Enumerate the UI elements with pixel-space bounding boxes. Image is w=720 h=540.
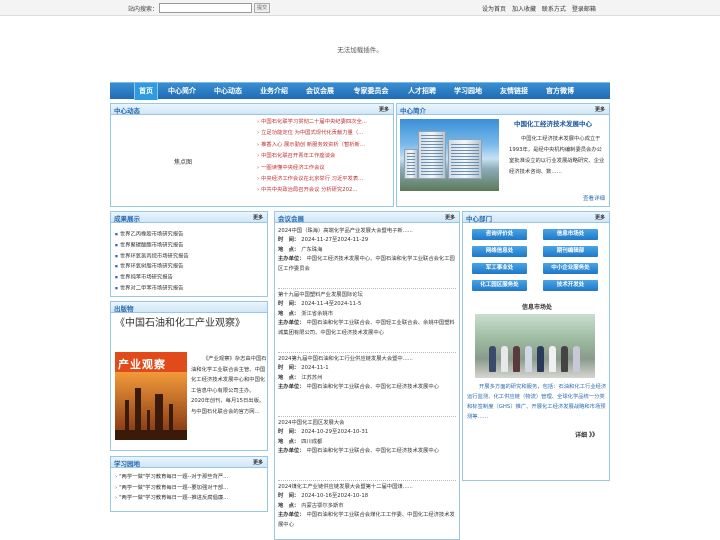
departments-panel: 中心部门 更多 咨询评价处 信息市场处 网络信息处 期刊编辑部 军工事业处 中小… <box>462 211 610 481</box>
dept-button[interactable]: 信息市场处 <box>543 229 598 240</box>
news-title: 中心动态 <box>114 107 140 115</box>
news-item[interactable]: 中国石化联召开青年工作座谈会 <box>257 151 387 162</box>
achievements-panel: 成果展示 更多 世界乙丙橡胶市场研究报告 世界聚碳酸酯市场研究报告 世界环氧氯丙… <box>110 211 268 297</box>
search-submit-button[interactable]: 提交 <box>254 3 270 13</box>
list-item[interactable]: "两学一做"学习教育每日一题--推进反腐倡廉... <box>115 493 228 504</box>
list-item[interactable]: 世界乙丙橡胶市场研究报告 <box>115 229 189 240</box>
meeting-title[interactable]: 第十九届中国塑料产业发展国际论坛 <box>278 291 456 300</box>
meeting-item: 2024中国（珠海）高端化学品产业发展大会暨电子新...... 时 间： 2024… <box>278 227 456 273</box>
site-search-input[interactable] <box>159 3 252 13</box>
news-item[interactable]: 立足功能定位 为中国式现代化贡献力量（... <box>257 128 387 139</box>
meeting-title[interactable]: 2024第九届中国石油和化工行业供应链发展大会暨中...... <box>278 355 456 364</box>
meeting-item: 2024第九届中国石油和化工行业供应链发展大会暨中...... 时 间： 2024… <box>278 355 456 393</box>
meetings-title: 会议会展 <box>278 215 304 223</box>
departments-more-link[interactable]: 更多 <box>595 214 605 221</box>
dept-button[interactable]: 技术开发处 <box>543 280 598 291</box>
login-mail-link[interactable]: 登录邮箱 <box>572 6 596 13</box>
dept-button[interactable]: 咨询评价处 <box>472 229 527 240</box>
dept-button[interactable]: 期刊编辑部 <box>543 246 598 257</box>
info-dept-title: 信息市场处 <box>521 304 552 311</box>
intro-panel: 中心简介 更多 中国化工经济技术发展中心 中国化工经济技术发展中心成立于1993… <box>396 103 610 207</box>
nav-news[interactable]: 中心动态 <box>208 83 248 100</box>
news-list: 中国石化联学习贯彻二十届中央纪委四次全... 立足功能定位 为中国式现代化贡献力… <box>257 117 387 197</box>
publication-title: 出版物 <box>114 305 134 313</box>
study-panel: 学习园地 更多 "两学一做"学习教育每日一题--对于那些背严... "两学一做"… <box>110 456 268 512</box>
search-label: 站内搜索： <box>128 6 159 13</box>
dept-button[interactable]: 军工事业处 <box>472 263 527 274</box>
news-item[interactable]: 中国石化联学习贯彻二十届中央纪委四次全... <box>257 117 387 128</box>
magazine-cover[interactable]: 产业观察 <box>115 352 187 440</box>
building-photo <box>400 119 499 191</box>
center-name: 中国化工经济技术发展中心 <box>514 120 592 128</box>
news-item[interactable]: 推香入心 展示勤创 新服务效资析（暂析新... <box>257 140 387 151</box>
main-nav: 首页 中心简介 中心动态 业务介绍 会议会展 专家委员会 人才招聘 学习园地 友… <box>110 82 610 100</box>
news-item[interactable]: 中央经济工作会议在北京举行 习近平发表... <box>257 174 387 185</box>
list-item[interactable]: "两学一做"学习教育每日一题--对于那些背严... <box>115 472 228 483</box>
intro-text: 中国化工经济技术发展中心成立于1993年，是经中央机构编制委员会办公室批准设立的… <box>509 136 605 175</box>
achievements-title: 成果展示 <box>114 215 140 223</box>
achievements-list: 世界乙丙橡胶市场研究报告 世界聚碳酸酯市场研究报告 世界环氧氯丙烷市场研究报告 … <box>115 229 189 294</box>
info-detail-link[interactable]: 详细 》》 <box>575 430 598 439</box>
study-list: "两学一做"学习教育每日一题--对于那些背严... "两学一做"学习教育每日一题… <box>115 472 228 504</box>
meeting-item: 2024中国化工园区发展大会 时 间： 2024-10-29至2024-10-31… <box>278 419 456 457</box>
dept-button[interactable]: 中小企业服务处 <box>543 263 598 274</box>
dept-button[interactable]: 网络信息处 <box>472 246 527 257</box>
list-item[interactable]: 世界对二甲苯市场研究报告 <box>115 283 189 294</box>
team-photo <box>475 314 595 378</box>
study-more-link[interactable]: 更多 <box>253 459 263 466</box>
list-item[interactable]: 世界环氧树脂市场研究报告 <box>115 261 189 272</box>
meetings-more-link[interactable]: 更多 <box>445 214 455 221</box>
meeting-title[interactable]: 2024中国化工园区发展大会 <box>278 419 456 428</box>
news-panel: 中心动态 更多 焦点图 中国石化联学习贯彻二十届中央纪委四次全... 立足功能定… <box>110 103 394 207</box>
news-item[interactable]: 中共中央政治局召开会议 分析研究202... <box>257 185 387 196</box>
list-item[interactable]: 世界聚碳酸酯市场研究报告 <box>115 240 189 251</box>
nav-home[interactable]: 首页 <box>134 83 158 100</box>
view-detail-link[interactable]: 查看详细 <box>583 194 605 202</box>
nav-study[interactable]: 学习园地 <box>448 83 488 100</box>
achievements-more-link[interactable]: 更多 <box>253 214 263 221</box>
list-item[interactable]: 世界纯苯市场研究报告 <box>115 272 189 283</box>
nav-experts[interactable]: 专家委员会 <box>346 83 396 100</box>
publication-panel: 出版物 《中国石油和化工产业观察》 产业观察 《产业观察》杂志由中国石油和化学工… <box>110 301 268 451</box>
set-homepage-link[interactable]: 设为首页 <box>482 6 506 13</box>
meeting-item: 2024煤化工产业链供应链发展大会暨第十二届中国煤...... 时 间： 2024… <box>278 483 456 529</box>
study-title: 学习园地 <box>114 460 140 468</box>
departments-title: 中心部门 <box>466 215 492 223</box>
top-bar: 站内搜索： 提交 设为首页 加入收藏 联系方式 登录邮箱 <box>0 0 720 16</box>
nav-weibo[interactable]: 官方微博 <box>540 83 580 100</box>
meeting-title[interactable]: 2024煤化工产业链供应链发展大会暨第十二届中国煤...... <box>278 483 456 492</box>
nav-recruit[interactable]: 人才招聘 <box>402 83 442 100</box>
magazine-text: 《产业观察》杂志由中国石油和化学工业联合会主管、中国化工经济技术发展中心和中国化… <box>191 356 267 415</box>
focus-image[interactable]: 焦点图 <box>112 116 254 206</box>
add-favorite-link[interactable]: 加入收藏 <box>512 6 536 13</box>
plugin-notice: 无法加载插件。 <box>337 46 383 54</box>
cover-title: 产业观察 <box>118 358 166 371</box>
magazine-name[interactable]: 《中国石油和化工产业观察》 <box>115 317 265 330</box>
news-more-link[interactable]: 更多 <box>379 106 389 113</box>
nav-business[interactable]: 业务介绍 <box>254 83 294 100</box>
info-dept-text: 开展多方面的研究和服务，包括：石油和化工行业经济运行监测、化工供应链（物流）管理… <box>467 384 607 420</box>
meeting-title[interactable]: 2024中国（珠海）高端化学品产业发展大会暨电子新...... <box>278 227 456 236</box>
intro-more-link[interactable]: 更多 <box>595 106 605 113</box>
news-item[interactable]: 一图读懂中央经济工作会议 <box>257 163 387 174</box>
intro-title: 中心简介 <box>400 107 426 115</box>
meeting-item: 第十九届中国塑料产业发展国际论坛 时 间： 2024-11-4至2024-11-5… <box>278 291 456 337</box>
top-links: 设为首页 加入收藏 联系方式 登录邮箱 <box>482 4 600 13</box>
nav-links[interactable]: 友情链接 <box>494 83 534 100</box>
dept-button[interactable]: 化工园区服务处 <box>472 280 527 291</box>
meetings-panel: 会议会展 更多 2024中国（珠海）高端化学品产业发展大会暨电子新...... … <box>274 211 460 540</box>
list-item[interactable]: "两学一做"学习教育每日一题--要加强对干部... <box>115 483 228 494</box>
nav-about[interactable]: 中心简介 <box>162 83 202 100</box>
contact-link[interactable]: 联系方式 <box>542 6 566 13</box>
list-item[interactable]: 世界环氧氯丙烷市场研究报告 <box>115 251 189 262</box>
nav-meetings[interactable]: 会议会展 <box>300 83 340 100</box>
